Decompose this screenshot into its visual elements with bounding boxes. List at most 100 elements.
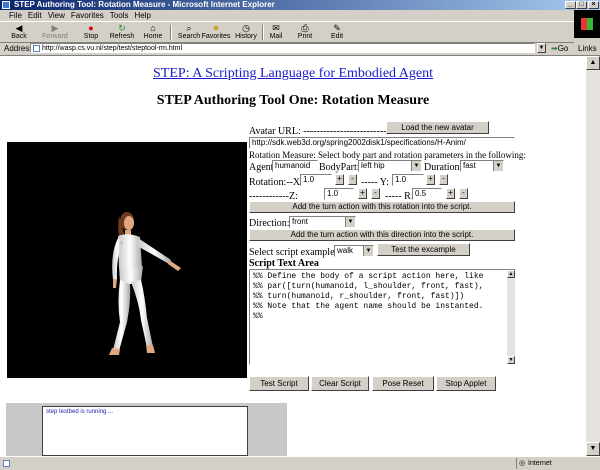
menu-tools[interactable]: Tools	[107, 10, 132, 21]
load-avatar-button[interactable]: Load the new avatar	[386, 121, 489, 134]
page-scroll-up-button[interactable]: ▲	[586, 56, 600, 70]
rotation-z-plus-button[interactable]: +	[358, 188, 367, 199]
bodypart-select[interactable]: left hip ▼	[358, 160, 422, 172]
forward-button[interactable]: ▶ Forward	[38, 23, 72, 42]
page-scroll-down-button[interactable]: ▼	[586, 442, 600, 456]
page-scrollbar[interactable]: ▲ ▼	[586, 56, 600, 456]
links-button[interactable]: Links	[578, 42, 597, 55]
add-turn-direction-button[interactable]: Add the turn action with this direction …	[249, 229, 515, 241]
edit-label: Edit	[330, 33, 344, 40]
rotation-x-label: Rotation:--X:	[249, 177, 303, 188]
script-textarea[interactable]: %% Define the body of a script action he…	[249, 269, 516, 365]
menu-file[interactable]: File	[6, 10, 25, 21]
address-input[interactable]: http://wasp.cs.vu.nl/step/test/steptool-…	[30, 43, 535, 53]
back-button[interactable]: ◀ Back	[2, 23, 36, 42]
toolbar: ◀ Back ▶ Forward ● Stop ↻ Refresh ⌂ Home ⌕ Sea…	[0, 21, 574, 43]
rotation-y-input[interactable]: 1.0	[392, 174, 424, 186]
rotation-z-minus-button[interactable]: -	[371, 188, 380, 199]
console-output: step testbed is running ...	[42, 406, 248, 456]
script-scrollbar[interactable]: ▲ ▼	[507, 270, 515, 364]
stop-button[interactable]: ● Stop	[74, 23, 108, 42]
print-button[interactable]: ⎙ Print	[288, 23, 322, 42]
chevron-up-icon: ▲	[589, 59, 597, 66]
chevron-down-icon: ▼	[345, 217, 355, 227]
history-button[interactable]: ◷ History	[229, 23, 263, 42]
direction-select[interactable]: front ▼	[289, 216, 356, 228]
rotation-y-minus-button[interactable]: -	[439, 174, 448, 185]
windows-flag-icon	[581, 18, 593, 30]
pose-reset-button[interactable]: Pose Reset	[372, 376, 434, 391]
script-area-label: Script Text Area	[249, 258, 319, 269]
page-icon	[33, 45, 40, 52]
step-heading-link[interactable]: STEP: A Scripting Language for Embodied …	[0, 66, 586, 82]
rotation-x-plus-button[interactable]: +	[335, 174, 344, 185]
home-icon: ⌂	[150, 23, 156, 33]
agent-input[interactable]: humanoid	[272, 160, 318, 172]
scroll-down-button[interactable]: ▼	[507, 356, 515, 364]
avatar-3d-view[interactable]	[7, 142, 247, 378]
forward-arrow-icon: ▶	[51, 23, 59, 33]
rotation-y-label: ----- Y:	[361, 177, 389, 188]
rotation-r-input[interactable]: 0.5	[412, 188, 442, 200]
edit-button[interactable]: ✎ Edit	[320, 23, 354, 42]
duration-label: Duration:	[424, 162, 463, 173]
chevron-up-icon: ▲	[508, 271, 514, 277]
go-arrow-icon: ➡	[551, 44, 558, 53]
refresh-button[interactable]: ↻ Refresh	[105, 23, 139, 42]
rotation-y-plus-button[interactable]: +	[426, 174, 435, 185]
direction-label: Direction:	[249, 218, 290, 229]
address-dropdown-button[interactable]: ▼	[537, 43, 546, 53]
test-example-button[interactable]: Test the excample	[377, 243, 470, 256]
stop-icon: ●	[88, 23, 94, 33]
mail-icon: ✉	[272, 23, 280, 33]
rotation-instructions: Rotation Measure: Select body part and r…	[249, 150, 526, 160]
minimize-button[interactable]: _	[565, 1, 576, 9]
history-label: History	[235, 33, 257, 40]
close-button[interactable]: ×	[588, 1, 599, 9]
ie-app-icon	[2, 1, 10, 9]
rotation-r-plus-button[interactable]: +	[446, 188, 455, 199]
script-example-select[interactable]: walk ▼	[334, 245, 374, 257]
maximize-button[interactable]: □	[576, 1, 587, 9]
duration-select[interactable]: fast ▼	[460, 160, 504, 172]
script-line: %%	[253, 312, 263, 321]
address-url: http://wasp.cs.vu.nl/step/test/steptool-…	[42, 45, 183, 52]
clear-script-button[interactable]: Clear Script	[311, 376, 369, 391]
menu-favorites[interactable]: Favorites	[68, 10, 107, 21]
rotation-x-minus-button[interactable]: -	[348, 174, 357, 185]
go-button[interactable]: ➡Go	[551, 42, 568, 55]
refresh-icon: ↻	[118, 23, 126, 33]
window-title-bar: STEP Authoring Tool: Rotation Measure - …	[0, 0, 600, 10]
avatar-url-input[interactable]: http://sdk.web3d.org/spring2002disk1/spe…	[249, 137, 515, 149]
direction-value: front	[292, 217, 309, 226]
test-script-button[interactable]: Test Script	[249, 376, 309, 391]
rotation-r-minus-button[interactable]: -	[459, 188, 468, 199]
status-bar: ◎ Internet	[0, 456, 600, 470]
rotation-x-input[interactable]: 1.0	[300, 174, 332, 186]
rotation-z-input[interactable]: 1.0	[324, 188, 354, 200]
back-label: Back	[11, 33, 27, 40]
menu-help[interactable]: Help	[131, 10, 153, 21]
script-line: %% turn(humanoid, r_shoulder, front, fas…	[253, 292, 465, 301]
add-turn-rotation-button[interactable]: Add the turn action with this rotation i…	[249, 201, 515, 213]
history-icon: ◷	[242, 23, 250, 33]
print-label: Print	[297, 33, 313, 40]
stop-applet-button[interactable]: Stop Applet	[436, 376, 496, 391]
script-line: %% par([turn(humanoid, l_shoulder, front…	[253, 282, 484, 291]
favorites-star-icon: ★	[211, 23, 221, 33]
menu-view[interactable]: View	[45, 10, 68, 21]
bodypart-value: left hip	[361, 161, 385, 170]
search-icon: ⌕	[186, 23, 192, 33]
script-example-label: Select script example:	[249, 247, 338, 258]
go-label: Go	[557, 44, 569, 53]
chevron-down-icon: ▼	[493, 161, 503, 171]
stop-label: Stop	[83, 33, 99, 40]
back-arrow-icon: ◀	[15, 23, 23, 33]
home-button[interactable]: ⌂ Home	[136, 23, 170, 42]
console-message: step testbed is running ...	[46, 409, 114, 415]
home-label: Home	[143, 33, 163, 40]
menu-edit[interactable]: Edit	[25, 10, 45, 21]
internet-zone-label: Internet	[528, 460, 552, 467]
scroll-up-button[interactable]: ▲	[507, 270, 515, 278]
address-label: Address	[4, 44, 34, 53]
